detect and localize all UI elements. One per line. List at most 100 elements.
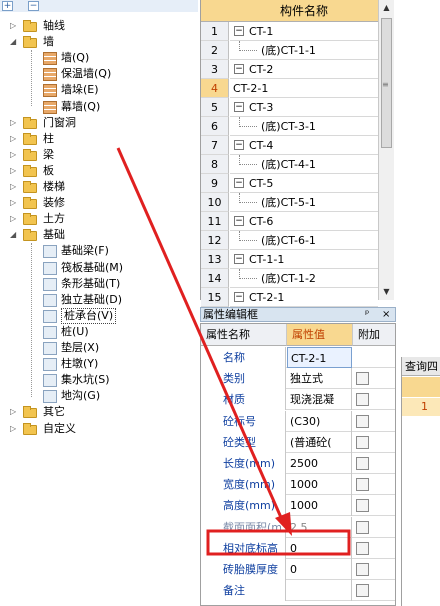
extra-checkbox[interactable] [356,415,369,428]
component-row[interactable]: (底)CT-1-2 [230,269,378,288]
property-value[interactable]: 0 [287,538,352,559]
property-value[interactable] [287,580,352,601]
collapse-box-icon[interactable]: − [234,216,244,226]
tree-node[interactable]: 地沟(G) [0,388,198,404]
row-number[interactable]: 8 [201,155,229,174]
extra-checkbox[interactable] [356,436,369,449]
tree-node[interactable]: 桩承台(V) [0,308,198,324]
scroll-down-icon[interactable]: ▼ [379,284,394,299]
pin-icon[interactable]: ᵖ [365,308,369,321]
component-row[interactable]: CT-2-1 [230,79,378,98]
property-value[interactable]: 0 [287,559,352,580]
tree-node[interactable]: 桩(U) [0,324,198,340]
tree-node[interactable]: ▷ 板 [0,163,198,179]
query-row-number[interactable]: 1 [402,398,440,416]
component-row[interactable]: (底)CT-3-1 [230,117,378,136]
component-name-header[interactable]: 构件名称 [230,0,378,22]
row-number[interactable]: 4 [201,79,229,98]
tree-node[interactable]: ◢ 墙 [0,34,198,50]
collapse-box-icon[interactable]: − [234,292,244,302]
row-number[interactable]: 13 [201,250,229,269]
tree-node[interactable]: 保温墙(Q) [0,66,198,82]
component-row[interactable]: − CT-4 [230,136,378,155]
row-number[interactable]: 12 [201,231,229,250]
close-icon[interactable]: × [382,308,390,321]
collapse-box-icon[interactable]: − [234,102,244,112]
collapse-box-icon[interactable]: − [234,140,244,150]
extra-checkbox[interactable] [356,372,369,385]
property-value[interactable]: 1000 [287,495,352,516]
tree-node[interactable]: ▷ 轴线 [0,18,198,34]
tree-node[interactable]: 集水坑(S) [0,372,198,388]
expand-arrow-icon[interactable]: ▷ [10,163,19,179]
extra-checkbox[interactable] [356,542,369,555]
tree-node[interactable]: ▷ 梁 [0,147,198,163]
component-row[interactable]: − CT-2-1 [230,288,378,307]
tree-node[interactable]: 条形基础(T) [0,276,198,292]
expand-arrow-icon[interactable]: ▷ [10,421,19,437]
component-row[interactable]: − CT-1 [230,22,378,41]
tree-node[interactable]: 垫层(X) [0,340,198,356]
property-value[interactable]: CT-2-1 [287,347,352,368]
extra-checkbox[interactable] [356,457,369,470]
row-number[interactable]: 9 [201,174,229,193]
property-value[interactable]: (C30) [287,411,352,432]
expand-arrow-icon[interactable]: ▷ [10,195,19,211]
row-number[interactable]: 11 [201,212,229,231]
extra-checkbox[interactable] [356,393,369,406]
expand-arrow-icon[interactable]: ▷ [10,131,19,147]
collapse-box-icon[interactable]: − [234,254,244,264]
tree-node[interactable]: 墙垛(E) [0,82,198,98]
property-value[interactable]: 现浇混凝 [287,389,352,410]
component-row[interactable]: − CT-5 [230,174,378,193]
property-value[interactable]: 2.5 [287,517,352,538]
collapse-arrow-icon[interactable]: ◢ [10,227,19,243]
component-row[interactable]: (底)CT-1-1 [230,41,378,60]
tree-node[interactable]: ▷ 土方 [0,211,198,227]
tree-node[interactable]: 柱墩(Y) [0,356,198,372]
query-panel-header[interactable]: 查询四 [402,357,440,376]
extra-checkbox[interactable] [356,563,369,576]
component-row[interactable]: (底)CT-4-1 [230,155,378,174]
property-value[interactable]: 2500 [287,453,352,474]
component-row[interactable]: − CT-3 [230,98,378,117]
tree-node[interactable]: ▷ 门窗洞 [0,115,198,131]
collapse-all-button[interactable]: − [28,1,39,11]
component-row[interactable]: − CT-2 [230,60,378,79]
row-number[interactable]: 15 [201,288,229,307]
extra-checkbox[interactable] [356,584,369,597]
tree-node[interactable]: ▷ 装修 [0,195,198,211]
extra-checkbox[interactable] [356,478,369,491]
tree-node[interactable]: 幕墙(Q) [0,99,198,115]
property-value[interactable]: (普通砼( [287,432,352,453]
row-number[interactable]: 2 [201,41,229,60]
property-value[interactable]: 独立式 [287,368,352,389]
tree-node[interactable]: ▷ 自定义 [0,421,198,437]
tree-node[interactable]: ▷ 楼梯 [0,179,198,195]
component-row[interactable]: (底)CT-6-1 [230,231,378,250]
component-row[interactable]: − CT-6 [230,212,378,231]
expand-arrow-icon[interactable]: ▷ [10,211,19,227]
tree-node[interactable]: 墙(Q) [0,50,198,66]
scroll-up-icon[interactable]: ▲ [379,0,394,15]
tree-node[interactable]: ◢ 基础 [0,227,198,243]
component-list-scrollbar[interactable]: ▲ ≡ ▼ [378,0,394,300]
expand-arrow-icon[interactable]: ▷ [10,179,19,195]
tree-node[interactable]: 基础梁(F) [0,243,198,259]
extra-checkbox[interactable] [356,521,369,534]
expand-arrow-icon[interactable]: ▷ [10,115,19,131]
expand-all-button[interactable]: + [2,1,13,11]
tree-node[interactable]: ▷ 柱 [0,131,198,147]
row-number[interactable]: 6 [201,117,229,136]
collapse-box-icon[interactable]: − [234,64,244,74]
expand-arrow-icon[interactable]: ▷ [10,147,19,163]
tree-node[interactable]: 筏板基础(M) [0,260,198,276]
row-number[interactable]: 14 [201,269,229,288]
row-number[interactable]: 10 [201,193,229,212]
row-number[interactable]: 7 [201,136,229,155]
expand-arrow-icon[interactable]: ▷ [10,18,19,34]
collapse-box-icon[interactable]: − [234,26,244,36]
row-number[interactable]: 3 [201,60,229,79]
property-value[interactable]: 1000 [287,474,352,495]
expand-arrow-icon[interactable]: ▷ [10,404,19,420]
